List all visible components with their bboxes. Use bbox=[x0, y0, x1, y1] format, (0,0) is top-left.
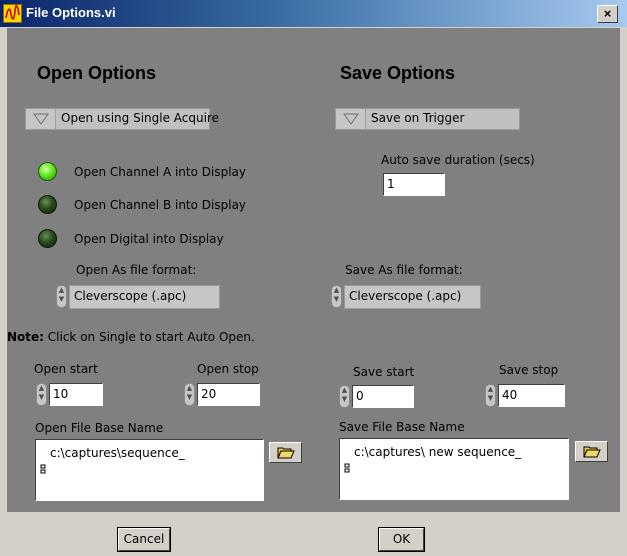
cancel-button[interactable]: Cancel bbox=[117, 527, 171, 552]
auto-save-duration-label: Auto save duration (secs) bbox=[381, 153, 535, 167]
open-browse-button[interactable] bbox=[269, 442, 302, 463]
open-start-field[interactable]: 10 bbox=[49, 383, 103, 406]
dialog-footer: Cancel OK bbox=[0, 512, 627, 556]
options-panel: Open Options Save Options Open using Sin… bbox=[7, 28, 620, 512]
open-start-spinner[interactable]: ▲ ▼ bbox=[36, 383, 47, 406]
note-body: Click on Single to start Auto Open. bbox=[43, 330, 255, 344]
open-mode-value: Open using Single Acquire bbox=[61, 111, 220, 125]
save-base-name-label: Save File Base Name bbox=[339, 420, 465, 434]
save-format-label: Save As file format: bbox=[345, 263, 463, 277]
save-format-value[interactable]: Cleverscope (.apc) bbox=[344, 285, 481, 309]
save-stop-label: Save stop bbox=[499, 363, 559, 377]
title-bar[interactable]: File Options.vi × bbox=[0, 0, 627, 27]
close-button[interactable]: × bbox=[597, 5, 618, 23]
digital-label: Open Digital into Display bbox=[74, 232, 224, 246]
save-start-label: Save start bbox=[353, 365, 415, 379]
open-start-label: Open start bbox=[34, 362, 98, 376]
channel-a-label: Open Channel A into Display bbox=[74, 165, 247, 179]
channel-b-led[interactable] bbox=[38, 195, 57, 214]
open-options-heading: Open Options bbox=[37, 63, 156, 83]
open-format-label: Open As file format: bbox=[76, 263, 197, 277]
save-base-name-field[interactable]: c:\captures\ new sequence_ bbox=[339, 438, 569, 500]
open-format-value[interactable]: Cleverscope (.apc) bbox=[69, 285, 220, 309]
labview-vi-icon bbox=[3, 4, 22, 23]
save-stop-field[interactable]: 40 bbox=[498, 384, 565, 407]
ring-dropdown-icon[interactable] bbox=[336, 109, 366, 129]
save-format-spinner[interactable]: ▲ ▼ bbox=[331, 285, 342, 308]
ok-button[interactable]: OK bbox=[378, 527, 425, 552]
save-start-spinner[interactable]: ▲ ▼ bbox=[339, 385, 350, 408]
path-marker-icon bbox=[40, 464, 46, 474]
save-mode-ring[interactable]: Save on Trigger bbox=[335, 108, 520, 130]
open-mode-ring[interactable]: Open using Single Acquire bbox=[25, 108, 219, 130]
digital-led[interactable] bbox=[38, 229, 57, 248]
ring-dropdown-icon[interactable] bbox=[26, 109, 56, 129]
folder-open-icon bbox=[277, 447, 295, 459]
save-stop-spinner[interactable]: ▲ ▼ bbox=[485, 384, 496, 407]
save-browse-button[interactable] bbox=[575, 441, 608, 462]
auto-save-duration-field[interactable]: 1 bbox=[383, 173, 445, 196]
open-stop-label: Open stop bbox=[197, 362, 259, 376]
open-stop-field[interactable]: 20 bbox=[197, 383, 260, 406]
note-prefix: Note: bbox=[7, 330, 44, 344]
path-marker-icon bbox=[344, 463, 350, 473]
folder-open-icon bbox=[583, 446, 601, 458]
open-base-name-field[interactable]: c:\captures\sequence_ bbox=[35, 439, 264, 501]
channel-a-led[interactable] bbox=[38, 162, 57, 181]
open-base-name-value: c:\captures\sequence_ bbox=[50, 446, 185, 460]
file-options-window: File Options.vi × Open Options Save Opti… bbox=[0, 0, 627, 556]
save-mode-value: Save on Trigger bbox=[371, 111, 465, 125]
window-title: File Options.vi bbox=[26, 5, 116, 20]
open-format-spinner[interactable]: ▲ ▼ bbox=[56, 285, 67, 308]
save-options-heading: Save Options bbox=[340, 63, 456, 83]
save-base-name-value: c:\captures\ new sequence_ bbox=[354, 445, 522, 459]
note-text: Note: Click on Single to start Auto Open… bbox=[7, 330, 255, 344]
save-start-field[interactable]: 0 bbox=[352, 385, 414, 408]
channel-b-label: Open Channel B into Display bbox=[74, 198, 247, 212]
open-base-name-label: Open File Base Name bbox=[35, 421, 164, 435]
open-stop-spinner[interactable]: ▲ ▼ bbox=[184, 383, 195, 406]
